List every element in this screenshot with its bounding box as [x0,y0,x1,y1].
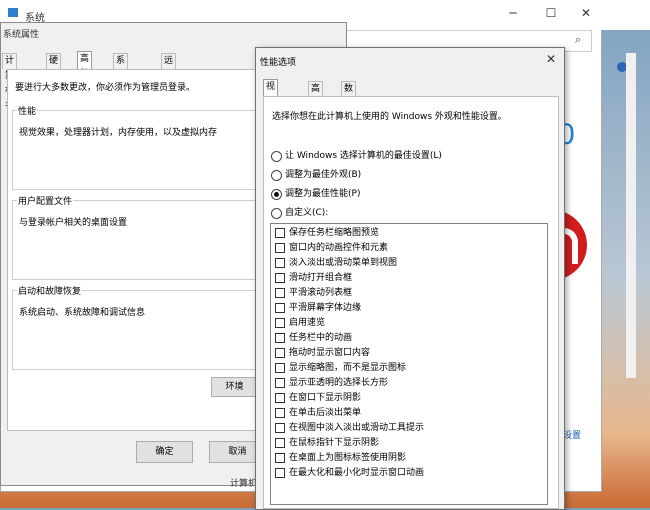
checkbox-box [275,273,285,283]
tab-system-protection[interactable]: 系统保护 [113,53,129,111]
radio-best-performance[interactable]: 调整为最佳性能(P) [271,188,360,200]
effect-checkbox[interactable]: 在鼠标指针下显示阴影 [275,436,379,450]
radio-best-appearance[interactable]: 调整为最佳外观(B) [271,169,361,181]
checkbox-box [275,438,285,448]
effect-checkbox[interactable]: 在桌面上为图标标签使用阴影 [275,451,406,465]
effect-checkbox[interactable]: 在单击后淡出菜单 [275,406,361,420]
effect-label: 淡入淡出或滑动菜单到视图 [289,258,398,268]
tab-advanced[interactable]: 高级 [308,81,324,109]
startup-recovery-group-desc: 系统启动、系统故障和调试信息 [19,308,146,318]
close-icon[interactable]: ✕ [578,6,594,20]
startup-recovery-group-title: 启动和故障恢复 [17,284,83,297]
minimize-icon[interactable]: ─ [505,6,521,20]
radio-indicator [271,207,282,219]
performance-options-title: 性能选项 [260,58,297,68]
environment-variables-button[interactable]: 环境 [211,377,258,397]
radio-indicator [271,150,282,162]
radio-label: 调整为最佳性能(P) [285,189,361,199]
system-properties-title: 系统属性 [3,30,40,40]
tab-hardware[interactable]: 硬件 [46,53,62,81]
effect-checkbox[interactable]: 在视图中淡入淡出或滑动工具提示 [275,421,424,435]
checkbox-box [275,243,285,253]
effect-label: 显示缩略图，而不是显示图标 [289,363,407,373]
visual-effects-panel: 选择你想在此计算机上使用的 Windows 外观和性能设置。 让 Windows… [263,96,559,509]
performance-group-desc: 视觉效果，处理器计划，内存使用，以及虚拟内存 [19,128,218,138]
tab-computer-name[interactable]: 计算机名 [2,53,18,111]
checkbox-box [275,378,285,388]
effect-label: 在桌面上为图标标签使用阴影 [289,453,407,463]
effect-label: 窗口内的动画控件和元素 [289,243,389,253]
effect-checkbox[interactable]: 在最大化和最小化时显示窗口动画 [275,466,424,480]
effect-label: 保存任务栏缩略图预览 [289,228,380,238]
effect-checkbox[interactable]: 平滑屏幕字体边缘 [275,301,361,315]
effect-label: 平滑滚动列表框 [289,288,353,298]
performance-group-title: 性能 [17,104,38,117]
effect-label: 任务栏中的动画 [289,333,353,343]
effect-checkbox[interactable]: 保存任务栏缩略图预览 [275,226,379,240]
checkbox-box [275,453,285,463]
checkbox-box [275,408,285,418]
checkbox-box [275,303,285,313]
radio-custom[interactable]: 自定义(C): [271,207,328,219]
admin-note: 要进行大多数更改，你必须作为管理员登录。 [15,83,196,93]
effect-label: 平滑屏幕字体边缘 [289,303,362,313]
visual-effects-list: 保存任务栏缩略图预览 窗口内的动画控件和元素 淡入淡出或滑动菜单到视图 滑动打开… [270,223,548,505]
checkbox-box [275,348,285,358]
checkbox-box [275,468,285,478]
checkbox-box [275,288,285,298]
maximize-icon[interactable]: ☐ [543,6,559,20]
close-icon[interactable]: ✕ [546,52,556,66]
effect-checkbox[interactable]: 显示亚透明的选择长方形 [275,376,388,390]
effect-checkbox[interactable]: 显示缩略图，而不是显示图标 [275,361,406,375]
checkbox-box [275,258,285,268]
tab-visual-effects[interactable]: 视觉效果 [263,79,279,137]
effect-label: 滑动打开组合框 [289,273,353,283]
checkbox-box [275,363,285,373]
effect-label: 在鼠标指针下显示阴影 [289,438,380,448]
effect-checkbox[interactable]: 任务栏中的动画 [275,331,352,345]
tab-advanced[interactable]: 高级 [77,51,93,79]
search-icon[interactable]: ⌕ [575,33,581,47]
effect-checkbox[interactable]: 窗口内的动画控件和元素 [275,241,388,255]
radio-label: 自定义(C): [285,208,329,218]
radio-indicator-selected [271,188,282,200]
effect-checkbox[interactable]: 平滑滚动列表框 [275,286,352,300]
system-scrollbar[interactable] [626,53,636,378]
footer-truncated-text: 计算机 [230,479,258,489]
ok-button[interactable]: 确定 [136,441,193,463]
settings-link[interactable]: 设置 [563,428,581,441]
performance-options-dialog: 性能选项 ✕ 视觉效果 高级 数据执行保护 选择你想在此计算机上使用的 Wind… [255,47,565,510]
effect-label: 启用速览 [289,318,326,328]
effect-label: 在视图中淡入淡出或滑动工具提示 [289,423,425,433]
checkbox-box [275,423,285,433]
tab-data-execution-prevention[interactable]: 数据执行保护 [341,81,357,169]
radio-label: 让 Windows 选择计算机的最佳设置(L) [285,151,442,161]
user-profiles-group-desc: 与登录帐户相关的桌面设置 [19,218,128,228]
checkbox-box [275,318,285,328]
tab-remote[interactable]: 远程 [161,53,177,81]
system-app-icon [8,8,18,17]
effect-checkbox[interactable]: 淡入淡出或滑动菜单到视图 [275,256,397,270]
radio-indicator [271,169,282,181]
radio-label: 调整为最佳外观(B) [285,170,362,180]
effect-label: 在单击后淡出菜单 [289,408,362,418]
user-profiles-group-title: 用户配置文件 [17,194,74,207]
effect-label: 拖动时显示窗口内容 [289,348,371,358]
radio-let-windows-choose[interactable]: 让 Windows 选择计算机的最佳设置(L) [271,150,442,162]
checkbox-box [275,393,285,403]
effect-checkbox[interactable]: 拖动时显示窗口内容 [275,346,370,360]
effect-label: 在最大化和最小化时显示窗口动画 [289,468,425,478]
effect-checkbox[interactable]: 滑动打开组合框 [275,271,352,285]
checkbox-box [275,333,285,343]
effect-label: 显示亚透明的选择长方形 [289,378,389,388]
effect-checkbox[interactable]: 在窗口下显示阴影 [275,391,361,405]
checkbox-box [275,228,285,238]
effect-label: 在窗口下显示阴影 [289,393,362,403]
effect-checkbox[interactable]: 启用速览 [275,316,325,330]
visual-effects-prompt: 选择你想在此计算机上使用的 Windows 外观和性能设置。 [272,112,507,122]
